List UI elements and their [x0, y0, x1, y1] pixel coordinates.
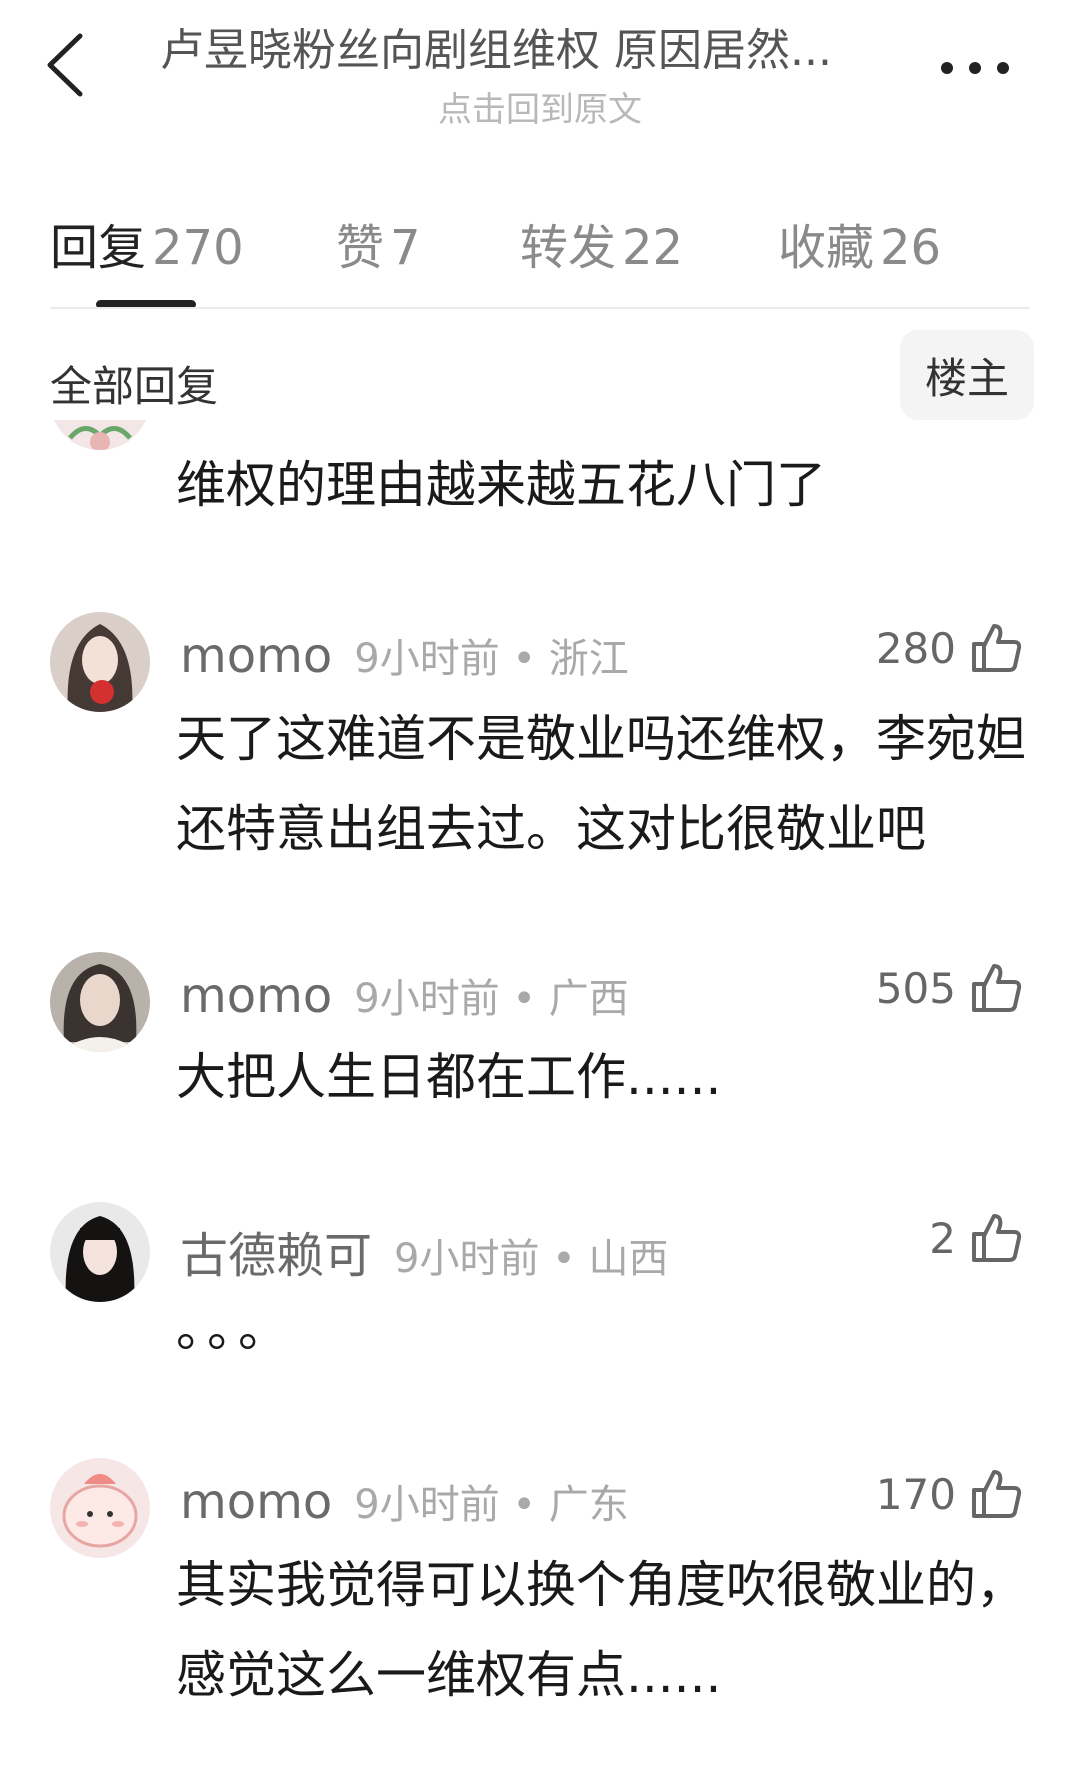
tab-label: 收藏 [778, 220, 875, 276]
like-count: 505 [875, 963, 956, 1013]
like-button[interactable]: 170 [876, 1466, 1024, 1522]
avatar[interactable] [50, 612, 150, 712]
tab-bar: 回复 270 赞7 转发 22 收藏 26 [0, 200, 1080, 310]
comment-text: 维权的理由越来越五花八门了 [176, 456, 826, 514]
username[interactable]: momo [180, 968, 332, 1024]
comment-text: 其实我觉得可以换个角度吹很敬业的，感觉这么一维权有点...... [176, 1556, 1026, 1704]
thumbs-up-icon [968, 1210, 1024, 1266]
like-button[interactable]: 2 [929, 1210, 1024, 1266]
tab-label: 转发 [520, 220, 617, 276]
like-count: 280 [875, 623, 956, 673]
comment-item: momo 9小时前 • 浙江 280 天了这难道不是敬业吗还维权，李宛妲还特意出组… [0, 612, 1080, 892]
tab-reposts[interactable]: 转发 22 [520, 208, 683, 278]
top-bar: 卢昱晓粉丝向剧组维权 原因居然... 点击回到原文 [0, 0, 1080, 140]
tab-count: 7 [390, 220, 421, 276]
username[interactable]: momo [180, 628, 332, 684]
more-dots-icon [941, 62, 1009, 74]
avatar-image [50, 1458, 150, 1558]
post-title[interactable]: 卢昱晓粉丝向剧组维权 原因居然... [160, 14, 920, 78]
tab-label: 赞 [336, 220, 385, 276]
comment-item: momo 9小时前 • 广西 505 大把人生日都在工作...... [0, 952, 1080, 1152]
comment-time-location: 9小时前 • 浙江 [354, 636, 629, 682]
avatar-image [50, 612, 150, 712]
comment-time-location: 9小时前 • 广东 [354, 1482, 629, 1528]
comment-text: 大把人生日都在工作...... [176, 1048, 722, 1106]
tab-label: 回复 [50, 220, 147, 276]
tab-replies[interactable]: 回复 270 [50, 208, 244, 278]
all-replies-label: 全部回复 [50, 362, 219, 411]
thumbs-up-icon [968, 960, 1024, 1016]
like-button[interactable]: 280 [876, 620, 1024, 676]
like-button[interactable]: 505 [876, 960, 1024, 1016]
comment-text: 。。。 [176, 1300, 294, 1358]
back-to-original-link[interactable]: 点击回到原文 [0, 82, 1080, 131]
tab-divider [50, 307, 1030, 309]
like-count: 170 [875, 1469, 956, 1519]
comment-meta: momo 9小时前 • 广东 [180, 1472, 629, 1530]
username[interactable]: momo [180, 1474, 332, 1530]
like-count: 2 [929, 1213, 956, 1263]
comment-text: 天了这难道不是敬业吗还维权，李宛妲还特意出组去过。这对比很敬业吧 [176, 710, 1026, 858]
avatar[interactable] [50, 1458, 150, 1558]
avatar-image [50, 952, 150, 1052]
tab-count: 26 [880, 220, 942, 276]
comment-time-location: 9小时前 • 广西 [354, 976, 629, 1022]
tab-favorites[interactable]: 收藏 26 [778, 208, 941, 278]
username[interactable]: 古德赖可 [180, 1228, 372, 1284]
comment-item: 维权的理由越来越五花八门了 [0, 420, 1080, 580]
tab-likes[interactable]: 赞7 [336, 208, 421, 278]
op-only-button[interactable]: 楼主 [900, 330, 1034, 420]
avatar[interactable] [50, 1202, 150, 1302]
tab-count: 22 [622, 220, 684, 276]
comment-item: 古德赖可 9小时前 • 山西 2 。。。 [0, 1202, 1080, 1422]
comment-meta: momo 9小时前 • 广西 [180, 966, 629, 1024]
thumbs-up-icon [968, 1466, 1024, 1522]
avatar[interactable] [50, 952, 150, 1052]
tab-count: 270 [152, 220, 244, 276]
comment-meta: 古德赖可 9小时前 • 山西 [180, 1216, 669, 1286]
more-button[interactable] [935, 48, 1015, 88]
comment-meta: momo 9小时前 • 浙江 [180, 626, 629, 684]
thumbs-up-icon [968, 620, 1024, 676]
comment-time-location: 9小时前 • 山西 [394, 1236, 669, 1282]
avatar-image [50, 1202, 150, 1302]
comment-item: momo 9小时前 • 广东 170 其实我觉得可以换个角度吹很敬业的，感觉这么一… [0, 1458, 1080, 1758]
